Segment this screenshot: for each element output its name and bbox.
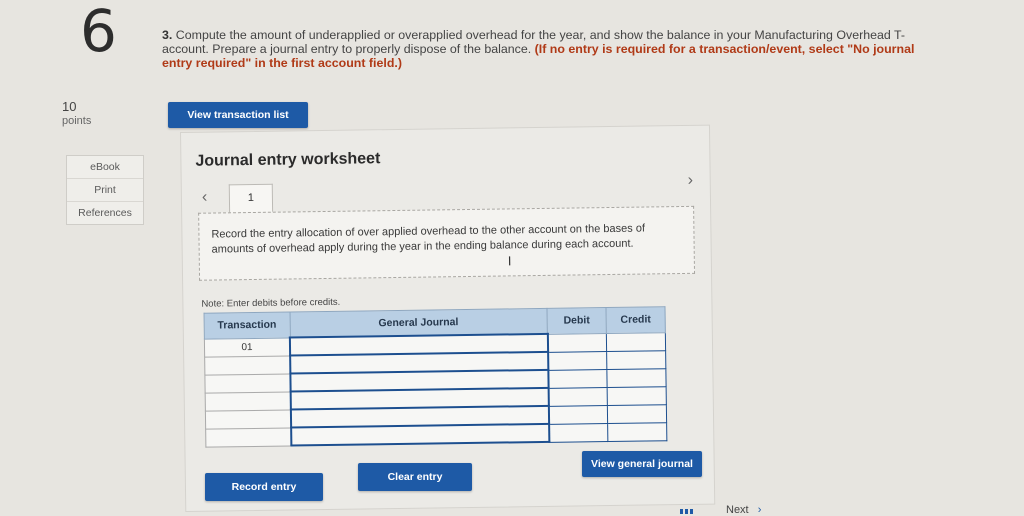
credit-field[interactable]	[606, 368, 667, 388]
prompt-number: 3.	[162, 28, 173, 42]
transaction-cell	[205, 391, 291, 411]
debit-field[interactable]	[547, 369, 608, 388]
points-label: points	[62, 115, 92, 127]
debits-note: Note: Enter debits before credits.	[201, 296, 341, 310]
next-label: Next	[726, 504, 749, 516]
debit-field[interactable]	[548, 405, 608, 424]
debit-field[interactable]	[548, 423, 608, 442]
credit-field[interactable]	[607, 404, 667, 424]
view-transaction-list-button[interactable]: View transaction list	[168, 102, 308, 128]
grid-icon[interactable]	[680, 509, 694, 514]
print-link[interactable]: Print	[67, 179, 143, 202]
points-value: 10	[62, 99, 77, 114]
general-journal-header: General Journal	[289, 308, 548, 338]
transaction-cell	[204, 373, 291, 393]
transaction-cell	[204, 355, 291, 375]
references-link[interactable]: References	[67, 202, 143, 224]
next-button[interactable]: Next ›	[726, 504, 761, 516]
transaction-cell: 01	[204, 337, 291, 357]
credit-header: Credit	[605, 306, 666, 334]
debit-field[interactable]	[547, 351, 607, 370]
credit-field[interactable]	[606, 332, 666, 352]
credit-field[interactable]	[607, 386, 667, 406]
credit-field[interactable]	[606, 350, 666, 370]
chevron-right-icon: ›	[757, 504, 762, 516]
clear-entry-button[interactable]: Clear entry	[358, 463, 472, 491]
debit-field[interactable]	[547, 333, 607, 352]
question-prompt: 3. Compute the amount of underapplied or…	[162, 28, 932, 70]
account-field[interactable]	[291, 423, 549, 446]
instruction-box: Record the entry allocation of over appl…	[198, 205, 696, 281]
text-cursor-icon: I	[507, 253, 512, 269]
side-nav: eBook Print References	[66, 155, 144, 225]
view-general-journal-button[interactable]: View general journal	[582, 451, 702, 477]
chevron-left-icon[interactable]: ‹	[202, 189, 208, 207]
journal-table: Transaction General Journal Debit Credit…	[204, 306, 668, 447]
credit-field[interactable]	[607, 422, 667, 442]
debit-field[interactable]	[548, 387, 608, 406]
transaction-cell	[205, 427, 292, 447]
record-entry-button[interactable]: Record entry	[205, 473, 323, 501]
transaction-header: Transaction	[204, 311, 290, 339]
question-number: 6	[80, 0, 117, 65]
debit-header: Debit	[546, 307, 607, 334]
worksheet-title: Journal entry worksheet	[195, 150, 381, 170]
ebook-link[interactable]: eBook	[67, 156, 143, 179]
transaction-cell	[205, 409, 292, 429]
chevron-right-icon[interactable]: ›	[688, 172, 694, 190]
tab-1[interactable]: 1	[228, 183, 274, 216]
instruction-text: Record the entry allocation of over appl…	[211, 222, 646, 256]
